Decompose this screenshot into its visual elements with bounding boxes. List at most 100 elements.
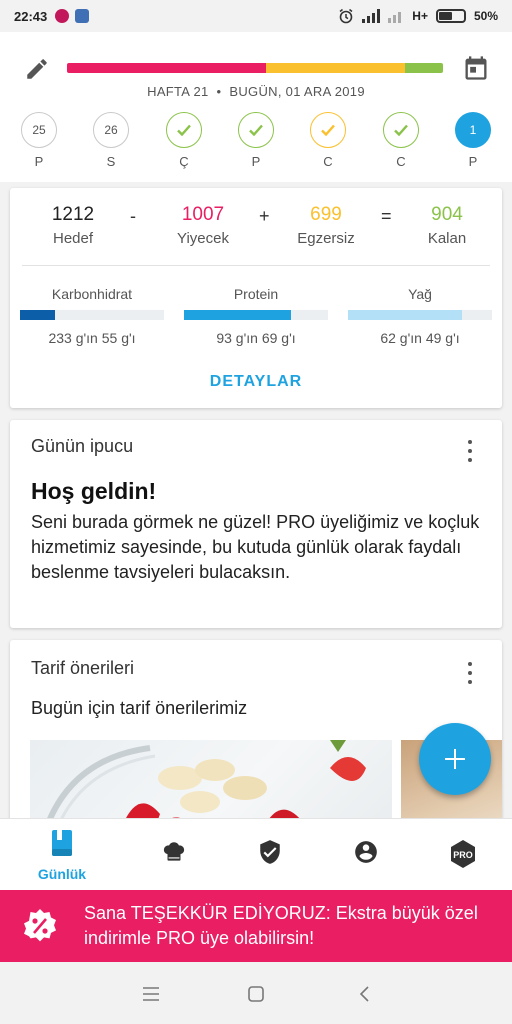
food-block[interactable]: 1007 Yiyecek — [163, 204, 243, 247]
equals-sign: = — [381, 206, 392, 226]
notification-settings-icon — [75, 9, 90, 23]
day-1[interactable]: 26 S — [91, 112, 131, 169]
remaining-label: Kalan — [427, 230, 467, 247]
macro-bar — [20, 310, 164, 320]
notification-app-icon — [55, 9, 70, 23]
calorie-summary-card: 1212 Hedef - 1007 Yiyecek + 699 Egzersiz… — [10, 188, 502, 408]
day-circle: 25 — [21, 112, 57, 148]
week-label: HAFTA 21 — [147, 84, 209, 99]
battery-icon — [435, 9, 466, 23]
alarm-icon — [339, 8, 353, 24]
macro-value: 62 g'ın 49 g'ı — [380, 330, 460, 346]
pro-badge-text: PRO — [453, 850, 473, 860]
tip-title: Günün ipucu — [31, 436, 134, 456]
macro-name: Protein — [233, 286, 279, 302]
home-button[interactable] — [244, 982, 268, 1006]
day-circle — [238, 112, 274, 148]
week-date-line: HAFTA 21 • BUGÜN, 01 ARA 2019 — [0, 84, 512, 99]
day-label: P — [251, 154, 261, 169]
battery-percent: 50% — [473, 9, 498, 23]
status-bar: 22:43 H+ 50% — [0, 0, 512, 32]
macro-2: Yağ 62 g'ın 49 g'ı — [348, 286, 492, 346]
back-icon — [359, 986, 369, 1002]
calorie-progress-bar — [67, 63, 443, 73]
discount-badge-icon — [24, 909, 56, 942]
macro-bar — [348, 310, 492, 320]
exercise-value: 699 — [310, 204, 342, 225]
recipes-title: Tarif önerileri — [31, 658, 135, 678]
check-icon — [321, 124, 335, 137]
signal-icon — [362, 9, 381, 23]
calendar-icon — [465, 56, 487, 80]
network-type: H+ — [412, 9, 428, 23]
signal-secondary-icon — [388, 12, 402, 23]
nav-item-recipes[interactable] — [139, 839, 209, 870]
shield-check-icon — [260, 840, 280, 864]
tip-heading: Hoş geldin! — [31, 478, 157, 504]
day-0[interactable]: 25 P — [19, 112, 59, 169]
day-label: C — [323, 154, 333, 169]
diary-header: HAFTA 21 • BUGÜN, 01 ARA 2019 25 P 26 S Ç P C C 1 P — [0, 32, 512, 182]
exercise-block[interactable]: 699 Egzersiz — [286, 204, 366, 247]
food-label: Yiyecek — [177, 230, 229, 247]
exercise-label: Egzersiz — [297, 230, 355, 247]
plus-sign: + — [259, 206, 270, 226]
check-icon — [249, 124, 263, 137]
day-3[interactable]: P — [236, 112, 276, 169]
recipes-more-menu-icon[interactable] — [460, 660, 480, 686]
macro-name: Yağ — [408, 286, 432, 302]
day-circle — [310, 112, 346, 148]
day-circle — [383, 112, 419, 148]
day-4[interactable]: C — [308, 112, 348, 169]
pro-badge-icon: PRO — [451, 840, 475, 868]
nav-item-profile[interactable] — [331, 839, 401, 870]
nav-item-plans[interactable] — [235, 839, 305, 870]
separator: • — [216, 84, 222, 99]
macro-1: Protein 93 g'ın 69 g'ı — [184, 286, 328, 346]
macro-0: Karbonhidrat 233 g'ın 55 g'ı — [20, 286, 164, 346]
details-button[interactable]: DETAYLAR — [10, 373, 502, 391]
add-entry-button[interactable] — [419, 723, 491, 795]
nav-label-diary: Günlük — [37, 866, 87, 882]
home-icon — [248, 986, 264, 1002]
day-circle: 1 — [455, 112, 491, 148]
week-day-strip: 25 P 26 S Ç P C C 1 P — [0, 112, 512, 174]
bottom-navigation: Günlük PRO — [0, 818, 512, 890]
recipes-subtitle: Bugün için tarif önerilerimiz — [31, 698, 248, 718]
tip-more-menu-icon[interactable] — [460, 438, 480, 464]
back-button[interactable] — [352, 982, 376, 1006]
pencil-icon — [27, 59, 47, 79]
promo-banner[interactable]: Sana TEŞEKKÜR EDİYORUZ: Ekstra büyük öze… — [0, 890, 512, 962]
food-value: 1007 — [181, 204, 225, 225]
chef-hat-icon — [163, 842, 185, 861]
tip-card: Günün ipucu Hoş geldin! Seni burada görm… — [10, 420, 502, 628]
day-circle: 26 — [93, 112, 129, 148]
check-icon — [177, 124, 191, 137]
promo-text: Sana TEŞEKKÜR EDİYORUZ: Ekstra büyük öze… — [84, 903, 478, 948]
day-label: C — [396, 154, 406, 169]
calendar-button[interactable] — [460, 52, 492, 84]
nav-item-diary[interactable]: Günlük — [27, 829, 97, 882]
progress-segment — [266, 63, 406, 73]
goal-block: 1212 Hedef — [38, 204, 108, 247]
edit-button[interactable] — [22, 54, 52, 84]
macro-value: 233 g'ın 55 g'ı — [48, 330, 136, 346]
progress-segment — [67, 63, 267, 73]
minus-sign: - — [130, 206, 136, 226]
day-label: S — [106, 154, 116, 169]
menu-button[interactable] — [139, 982, 163, 1006]
day-circle — [166, 112, 202, 148]
goal-value: 1212 — [51, 204, 95, 225]
day-label: P — [34, 154, 44, 169]
check-icon — [394, 124, 408, 137]
day-5[interactable]: C — [381, 112, 421, 169]
day-2[interactable]: Ç — [164, 112, 204, 169]
status-time: 22:43 — [14, 8, 48, 24]
diary-icon — [52, 830, 72, 856]
day-6[interactable]: 1P — [453, 112, 493, 169]
macro-value: 93 g'ın 69 g'ı — [216, 330, 296, 346]
goal-label: Hedef — [52, 230, 94, 247]
nav-item-pro[interactable]: PRO — [428, 839, 498, 874]
tip-body: Seni burada görmek ne güzel! PRO üyeliği… — [31, 512, 480, 582]
macro-name: Karbonhidrat — [51, 286, 133, 302]
